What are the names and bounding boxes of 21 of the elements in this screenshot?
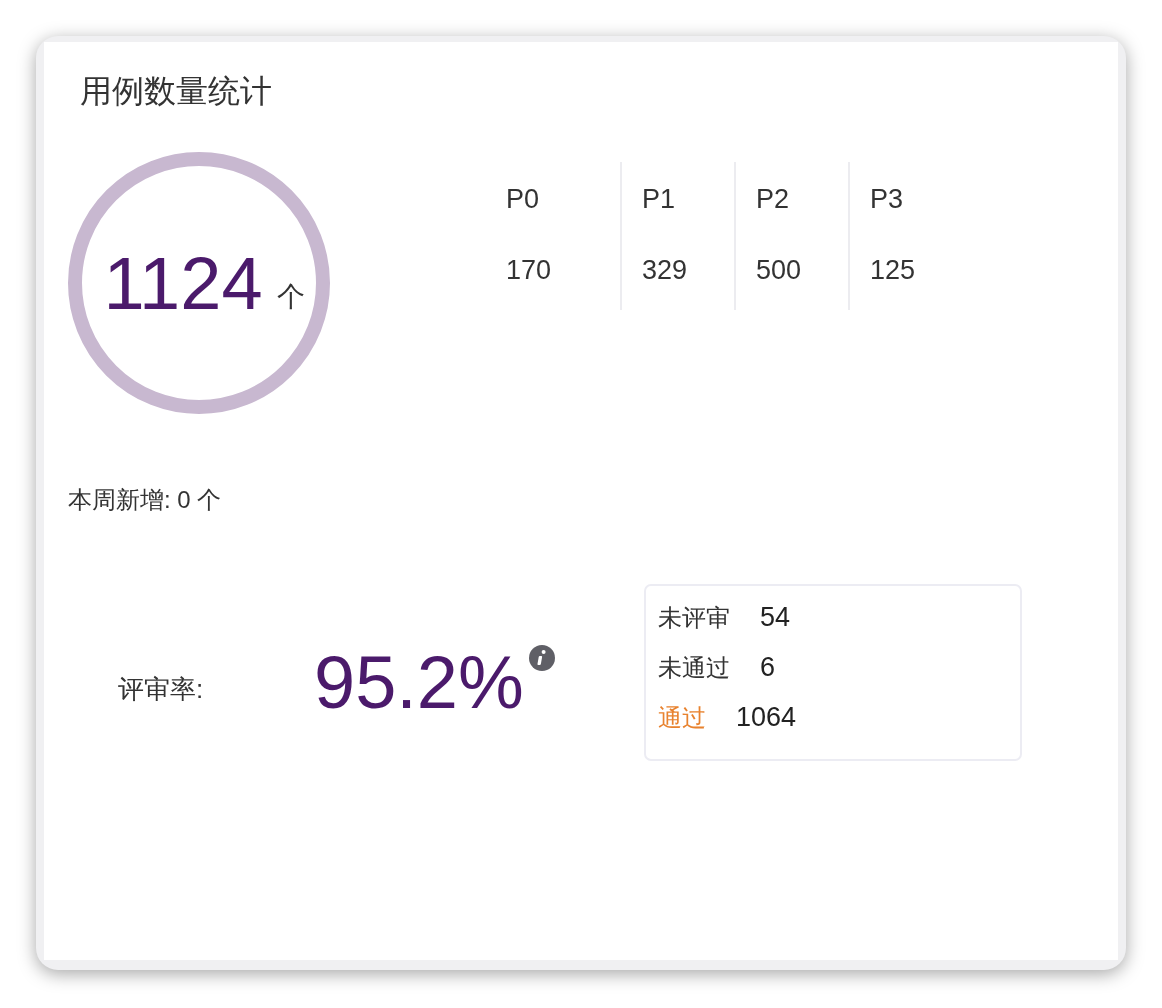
priority-label: P3 bbox=[870, 184, 905, 215]
priority-count: 170 bbox=[506, 255, 553, 286]
priority-label: P1 bbox=[642, 184, 677, 215]
priority-count: 500 bbox=[756, 255, 803, 286]
review-status-label: 未通过 bbox=[658, 653, 730, 683]
card-title: 用例数量统计 bbox=[80, 72, 273, 111]
review-status-count: 6 bbox=[760, 652, 776, 683]
total-count: 1124 bbox=[103, 240, 263, 326]
priority-count: 125 bbox=[870, 255, 917, 286]
review-status-label: 未评审 bbox=[658, 603, 730, 633]
priority-label: P2 bbox=[756, 184, 791, 215]
total-unit: 个 bbox=[276, 280, 305, 314]
review-status-label: 通过 bbox=[658, 703, 706, 733]
weekly-new-text: 本周新增: 0 个 bbox=[68, 485, 223, 515]
info-icon[interactable] bbox=[527, 644, 556, 672]
review-rate-value: 95.2% bbox=[314, 640, 524, 725]
priority-count: 329 bbox=[642, 255, 689, 286]
review-rate-label: 评审率: bbox=[118, 673, 205, 706]
priority-label: P0 bbox=[506, 184, 541, 215]
review-status-count: 54 bbox=[760, 602, 791, 633]
review-status-count: 1064 bbox=[736, 702, 797, 733]
